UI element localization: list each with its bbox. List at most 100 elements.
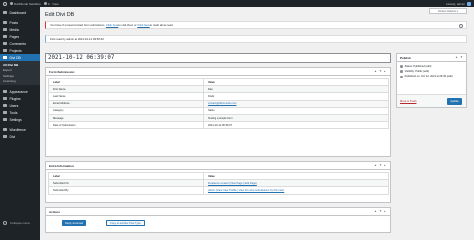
visibility-text[interactable]: Visibility: Public (edit): [405, 70, 429, 73]
up-arrow-icon[interactable]: ▲: [374, 210, 377, 213]
sidebar-item-label: Users: [9, 103, 19, 108]
copy-post-type-button[interactable]: Copy to another Post Type: [106, 220, 145, 226]
users-icon: [3, 103, 7, 108]
table-row: First Name Dan: [48, 85, 389, 94]
published-on-text[interactable]: Published on: Oct 12, 2021 at 06:39 (edi…: [405, 75, 453, 78]
sidebar-item-label: Posts: [9, 20, 18, 25]
submitted-on-link[interactable]: Freelance contact (View Page | Edit Page…: [203, 179, 389, 188]
sidebar-item-label: Plugins: [9, 96, 21, 101]
sidebar-item-users[interactable]: Users: [0, 102, 40, 109]
up-arrow-icon[interactable]: ▲: [374, 70, 377, 73]
form-submission-header[interactable]: Form Submission ▲ ▼ ▴: [46, 68, 390, 76]
down-arrow-icon[interactable]: ▼: [379, 70, 382, 73]
sidebar-item-pages[interactable]: Pages: [0, 33, 40, 40]
page-title: Edit Divi DB: [45, 12, 75, 18]
row-label: Last Name: [48, 92, 204, 101]
title-field[interactable]: 2021-10-12 06:39:07: [45, 53, 391, 63]
sidebar-item-appearance[interactable]: Appearance: [0, 88, 40, 95]
extra-information-header[interactable]: Extra Information ▲ ▼ ▴: [46, 162, 390, 170]
row-label: Submitted On: [48, 179, 204, 188]
down-arrow-icon[interactable]: ▼: [379, 210, 382, 213]
sidebar-item-posts[interactable]: Posts: [0, 19, 40, 26]
notice-text: to visit them or: [118, 23, 137, 27]
box-title: Extra Information: [49, 163, 74, 168]
sidebar-item-plugins[interactable]: Plugins: [0, 95, 40, 102]
up-arrow-icon[interactable]: ▲: [374, 164, 377, 167]
avatar: [467, 1, 471, 6]
sidebar-item-settings[interactable]: Settings: [0, 116, 40, 123]
move-to-trash-link[interactable]: Move to Trash: [400, 100, 416, 103]
table-row: Last Name Dodo: [48, 92, 389, 101]
sidebar-item-label: Wordfence: [9, 127, 26, 132]
publish-box: Publish ▲ ▼ Status: Published (edit) Visi…: [396, 53, 467, 108]
site-name: DiviMundo Sandbox: [14, 1, 41, 6]
eye-icon: [400, 70, 403, 74]
sidebar-item-label: Divi: [9, 134, 16, 139]
column-header: Value: [203, 77, 389, 87]
box-title: Publish: [400, 55, 411, 60]
sidebar-item-label: Tools: [9, 110, 18, 115]
column-header: Label: [48, 171, 204, 181]
user-menu[interactable]: Howdy, admin: [446, 1, 471, 6]
home-icon: [10, 2, 13, 5]
extra-information-table: Label Value Submitted On Freelance contact…: [48, 171, 389, 195]
brush-icon: [3, 89, 7, 94]
site-name-link[interactable]: DiviMundo Sandbox: [10, 2, 41, 6]
row-value: Testing a simple form: [203, 113, 389, 123]
wp-logo-menu[interactable]: [3, 1, 7, 6]
sidebar-item-media[interactable]: Media: [0, 26, 40, 33]
email-link[interactable]: contact@divimundo.com: [203, 99, 389, 108]
sidebar-item-divi-db[interactable]: Divi DB: [0, 54, 40, 61]
status-text[interactable]: Status: Published (edit): [405, 65, 432, 68]
down-arrow-icon[interactable]: ▼: [460, 56, 463, 59]
row-value: Dodo: [203, 92, 389, 101]
wordpress-icon: [3, 1, 7, 6]
dismiss-icon[interactable]: [459, 24, 463, 28]
sidebar-item-wordfence[interactable]: Wordfence: [0, 126, 40, 133]
update-button[interactable]: Update: [447, 97, 462, 105]
sidebar-item-tools[interactable]: Tools: [0, 109, 40, 116]
published-on-row: Published on: Oct 12, 2021 at 06:39 (edi…: [397, 74, 466, 79]
row-value: Sales: [203, 106, 389, 115]
column-header: Label: [48, 77, 204, 87]
comment-icon: [3, 41, 7, 46]
actions-header[interactable]: Actions ▲ ▼ ▴: [46, 208, 390, 216]
collapse-menu-button[interactable]: Collapse menu: [0, 219, 30, 226]
notice-text: to mark all as read.: [149, 23, 174, 27]
submenu-licensing[interactable]: Licensing: [0, 79, 40, 85]
dashboard-icon: [3, 10, 7, 15]
table-row: Email Address contact@divimundo.com: [48, 99, 389, 108]
new-content-link[interactable]: New: [53, 2, 59, 6]
sidebar-item-dashboard[interactable]: Dashboard: [0, 9, 40, 16]
admin-bar: DiviMundo Sandbox 0 New Howdy, admin: [0, 0, 474, 7]
down-arrow-icon[interactable]: ▼: [379, 164, 382, 167]
up-arrow-icon[interactable]: ▲: [455, 56, 458, 59]
toggle-arrow-icon[interactable]: ▴: [384, 210, 387, 213]
first-read-notice: First read by admin at 2021-10-12 09:56:…: [45, 35, 467, 43]
screen-options-button[interactable]: Screen Options ▾: [429, 8, 467, 14]
sidebar-item-projects[interactable]: Projects: [0, 47, 40, 54]
comments-link[interactable]: 0: [43, 2, 50, 6]
table-row: Category Sales: [48, 106, 389, 115]
publish-header[interactable]: Publish ▲ ▼: [397, 54, 466, 62]
divi-icon: [3, 134, 7, 139]
collapse-icon: [3, 220, 7, 225]
calendar-icon: [400, 75, 403, 79]
visit-submissions-link[interactable]: Click here: [106, 23, 118, 27]
settings-icon: [3, 117, 7, 122]
publish-actions: Move to Trash Update: [397, 94, 466, 107]
mark-read-link[interactable]: Click here: [137, 23, 149, 27]
table-row: Submitted On Freelance contact (View Page…: [48, 179, 389, 188]
reply-via-email-button[interactable]: Reply via Email: [62, 220, 86, 226]
actions-box: Actions ▲ ▼ ▴ Reply via Email Copy to anot…: [45, 207, 391, 233]
submitted-by-link[interactable]: admin (View User Profile | View 10 more …: [203, 186, 389, 195]
sidebar-item-comments[interactable]: Comments: [0, 40, 40, 47]
toggle-arrow-icon[interactable]: ▴: [384, 70, 387, 73]
sidebar-item-divi[interactable]: Divi: [0, 133, 40, 140]
toggle-arrow-icon[interactable]: ▴: [384, 164, 387, 167]
box-title: Actions: [49, 209, 61, 214]
notice-text: You have 0 unread contact form submissio…: [50, 23, 106, 27]
collapse-label: Collapse menu: [10, 220, 31, 225]
first-read-text: First read by admin at 2021-10-12 09:56:…: [50, 37, 104, 41]
admin-sidebar: Dashboard Posts Media Pages Comments Pro…: [0, 7, 40, 240]
